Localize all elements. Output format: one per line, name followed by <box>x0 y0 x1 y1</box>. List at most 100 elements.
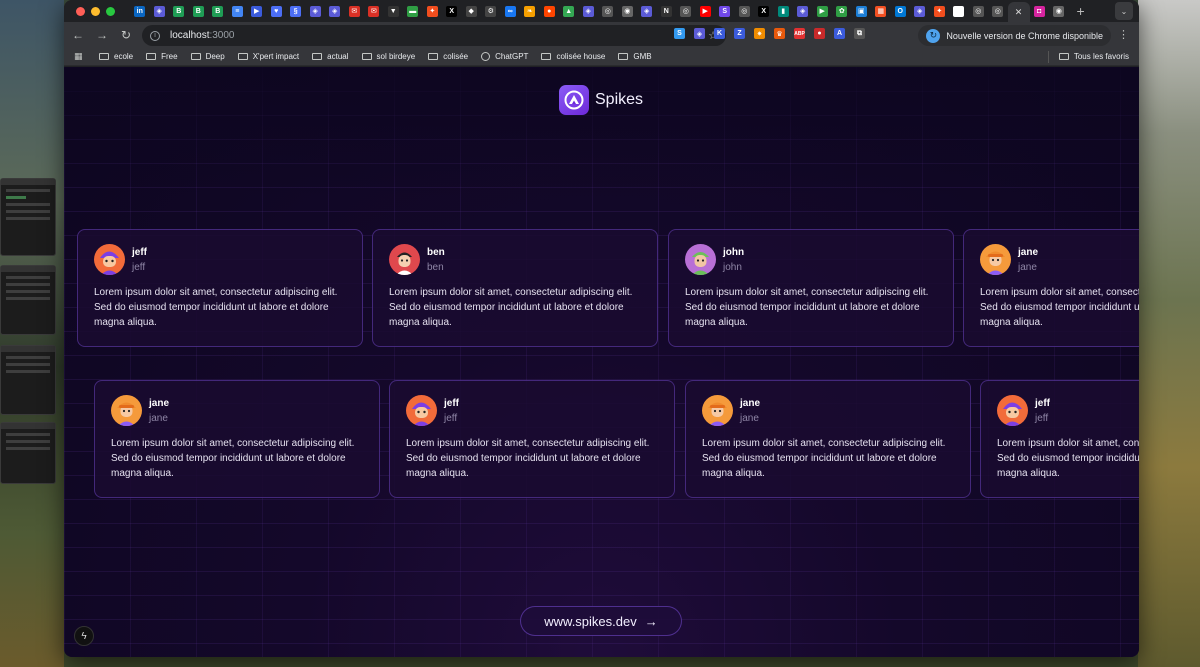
tab-grid-tab-3[interactable]: ◈ <box>579 2 599 20</box>
tab-link-tab[interactable]: § <box>286 2 306 20</box>
tab-chrome-tab-2[interactable]: ◉ <box>1049 2 1069 20</box>
close-window-button[interactable] <box>76 6 85 16</box>
tab-green-tab[interactable]: ▬ <box>403 2 423 20</box>
tab-grid-tab-2[interactable]: ◈ <box>325 2 345 20</box>
tab-ms-tab[interactable]: ▦ <box>871 2 891 20</box>
extension-icon[interactable]: K <box>714 28 725 39</box>
tab-gmail-tab-2[interactable]: ✉ <box>364 2 384 20</box>
website-link-button[interactable]: www.spikes.dev → <box>520 606 682 636</box>
tab-b-tab-3[interactable]: B <box>208 2 228 20</box>
extension-icon[interactable]: ♛ <box>774 28 785 39</box>
tab-green-2-tab[interactable]: ▶ <box>813 2 833 20</box>
tab-grid-tab-4[interactable]: ◈ <box>637 2 657 20</box>
tab-globe-tab-5[interactable]: ◎ <box>988 2 1008 20</box>
globe-tab-2-favicon-icon: ◎ <box>680 5 692 17</box>
new-tab-button[interactable]: + <box>1077 3 1085 19</box>
background-window-preview[interactable] <box>0 265 56 335</box>
gmail-tab-2-favicon-icon: ✉ <box>368 5 380 17</box>
brand-header[interactable]: Spikes <box>559 85 643 115</box>
tab-active[interactable]: ✕ <box>1007 2 1030 22</box>
extension-icon[interactable]: ● <box>814 28 825 39</box>
chrome-update-button[interactable]: ↻ Nouvelle version de Chrome disponible <box>918 25 1111 46</box>
tab-meta-tab[interactable]: ∞ <box>501 2 521 20</box>
extension-icon[interactable]: Z <box>734 28 745 39</box>
address-bar[interactable]: i localhost:3000 ☆ <box>142 25 726 46</box>
linkedin-tab-favicon-icon: in <box>134 5 146 17</box>
tab-shield-tab[interactable]: ♥ <box>267 2 287 20</box>
extension-icon[interactable]: S <box>674 28 685 39</box>
extension-icon[interactable]: ✷ <box>754 28 765 39</box>
background-window-preview[interactable] <box>0 178 56 256</box>
background-window-preview[interactable] <box>0 422 56 484</box>
testimonial-card: john john Lorem ipsum dolor sit amet, cons… <box>668 229 954 347</box>
tab-grid-tab-5[interactable]: ◈ <box>793 2 813 20</box>
tab-b-tab-1[interactable]: B <box>169 2 189 20</box>
tab-globe-tab-2[interactable]: ◎ <box>676 2 696 20</box>
extension-icon[interactable]: A <box>834 28 845 39</box>
tab-search-button[interactable]: ⌄ <box>1115 2 1133 20</box>
tab-outlook-tab[interactable]: O <box>891 2 911 20</box>
back-button[interactable]: ← <box>66 28 90 42</box>
tab-docs-tab[interactable]: ≡ <box>228 2 248 20</box>
site-info-icon[interactable]: i <box>150 30 160 41</box>
tab-openai-tab[interactable]: ⚙ <box>481 2 501 20</box>
tab-v-tab[interactable]: ▼ <box>384 2 404 20</box>
tab-grid-tab-6[interactable]: ◈ <box>910 2 930 20</box>
globe-tab-4-favicon-icon: ◎ <box>972 5 984 17</box>
tab-google-tab[interactable]: G <box>949 2 969 20</box>
bookmark-item[interactable]: X'pert impact <box>237 52 299 61</box>
reload-button[interactable]: ↻ <box>114 28 138 42</box>
bookmark-item[interactable]: ecole <box>99 52 133 61</box>
extension-icon[interactable]: ◈ <box>694 28 705 39</box>
bookmark-item[interactable]: actual <box>312 52 349 61</box>
tab-globe-tab-3[interactable]: ◎ <box>735 2 755 20</box>
tab-s-tab[interactable]: S <box>715 2 735 20</box>
bookmark-item[interactable]: ChatGPT <box>481 52 528 61</box>
bookmark-label: colisée house <box>556 52 606 61</box>
nextjs-dev-indicator-icon[interactable]: ϟ <box>74 626 94 646</box>
folder-icon <box>312 53 323 60</box>
tab-figma-tab-3[interactable]: ✦ <box>930 2 950 20</box>
extension-icon[interactable]: ABP <box>794 28 805 39</box>
tab-box-tab[interactable]: ▣ <box>852 2 872 20</box>
tab-leaf-tab[interactable]: ❧ <box>520 2 540 20</box>
extension-icon[interactable]: ⧉ <box>854 28 865 39</box>
tab-flag-tab[interactable]: ▶ <box>247 2 267 20</box>
tab-instagram-tab[interactable]: ◘ <box>1030 2 1050 20</box>
tab-globe-tab-4[interactable]: ◎ <box>969 2 989 20</box>
bookmark-item[interactable]: Free <box>146 52 178 61</box>
tab-meet-tab[interactable]: ▮ <box>774 2 794 20</box>
user-handle: john <box>723 261 742 273</box>
background-window-preview[interactable] <box>0 345 56 415</box>
tab-drive-tab[interactable]: ▲ <box>559 2 579 20</box>
tab-s-green-tab[interactable]: ✿ <box>832 2 852 20</box>
tab-x-tab-2[interactable]: X <box>754 2 774 20</box>
tab-b-tab-2[interactable]: B <box>189 2 209 20</box>
tab-x-tab-1[interactable]: X <box>442 2 462 20</box>
apps-grid-icon[interactable]: ▦ <box>74 51 86 62</box>
user-handle: jane <box>149 412 168 424</box>
tab-chrome-tab-1[interactable]: ◉ <box>618 2 638 20</box>
all-bookmarks-button[interactable]: Tous les favoris <box>1047 50 1129 63</box>
tab-gmail-tab-1[interactable]: ✉ <box>345 2 365 20</box>
bookmark-item[interactable]: GMB <box>618 52 652 61</box>
bookmark-item[interactable]: colisée <box>428 52 468 61</box>
tab-youtube-tab[interactable]: ▶ <box>696 2 716 20</box>
bookmark-item[interactable]: Deep <box>190 52 225 61</box>
close-tab-icon[interactable]: ✕ <box>1013 7 1024 18</box>
minimize-window-button[interactable] <box>91 6 100 16</box>
tab-reddit-tab[interactable]: ● <box>540 2 560 20</box>
tab-figma-tab-2[interactable]: ✦ <box>423 2 443 20</box>
tab-notion-like-tab[interactable]: ◆ <box>462 2 482 20</box>
tab-linkedin-tab[interactable]: in <box>130 2 150 20</box>
tab-grid-tab-1[interactable]: ◈ <box>306 2 326 20</box>
bookmark-item[interactable]: colisée house <box>541 52 605 61</box>
bookmark-item[interactable]: sol birdeye <box>361 52 415 61</box>
tab-figma-tab[interactable]: ◈ <box>150 2 170 20</box>
zoom-window-button[interactable] <box>106 6 115 16</box>
more-menu-icon[interactable]: ⋮ <box>1118 28 1129 41</box>
forward-button[interactable]: → <box>90 28 114 42</box>
tab-globe-tab-1[interactable]: ◎ <box>598 2 618 20</box>
testimonial-text: Lorem ipsum dolor sit amet, consectetur … <box>389 287 633 328</box>
tab-notion-tab[interactable]: N <box>657 2 677 20</box>
